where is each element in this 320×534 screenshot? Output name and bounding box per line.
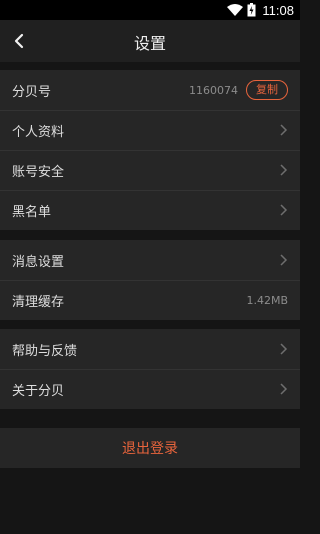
chevron-right-icon (280, 124, 288, 136)
blacklist-row[interactable]: 黑名单 (0, 190, 300, 230)
account-id-row: 分贝号 1160074 复制 (0, 70, 300, 110)
help-feedback-label: 帮助与反馈 (12, 343, 78, 359)
logout-label: 退出登录 (122, 441, 178, 457)
wifi-icon (227, 4, 244, 16)
help-feedback-row[interactable]: 帮助与反馈 (0, 329, 300, 369)
about-row[interactable]: 关于分贝 (0, 369, 300, 409)
account-id-value: 1160074 (189, 83, 238, 97)
battery-icon (247, 3, 256, 17)
settings-group: 消息设置 清理缓存 1.42MB (0, 240, 300, 320)
account-security-row[interactable]: 账号安全 (0, 150, 300, 190)
chevron-right-icon (280, 164, 288, 176)
cache-size-value: 1.42MB (246, 293, 288, 307)
chevron-right-icon (280, 383, 288, 395)
back-arrow-icon[interactable] (8, 29, 32, 53)
account-id-label: 分贝号 (12, 84, 52, 100)
message-settings-row[interactable]: 消息设置 (0, 240, 300, 280)
copy-button[interactable]: 复制 (246, 80, 288, 100)
chevron-right-icon (280, 204, 288, 216)
clock: 11:08 (262, 2, 294, 18)
chevron-right-icon (280, 254, 288, 266)
clear-cache-row[interactable]: 清理缓存 1.42MB (0, 280, 300, 320)
account-group: 分贝号 1160074 复制 个人资料 账号安全 黑名单 (0, 70, 300, 230)
account-security-label: 账号安全 (12, 164, 65, 180)
about-label: 关于分贝 (12, 383, 65, 399)
message-settings-label: 消息设置 (12, 254, 65, 270)
status-bar: 11:08 (0, 0, 300, 20)
logout-button[interactable]: 退出登录 (0, 428, 300, 468)
clear-cache-label: 清理缓存 (12, 294, 65, 310)
profile-row[interactable]: 个人资料 (0, 110, 300, 150)
nav-bar: 设置 (0, 20, 300, 62)
about-group: 帮助与反馈 关于分贝 (0, 329, 300, 409)
chevron-right-icon (280, 343, 288, 355)
page-title: 设置 (133, 34, 166, 53)
profile-label: 个人资料 (12, 124, 65, 140)
blacklist-label: 黑名单 (12, 204, 52, 220)
